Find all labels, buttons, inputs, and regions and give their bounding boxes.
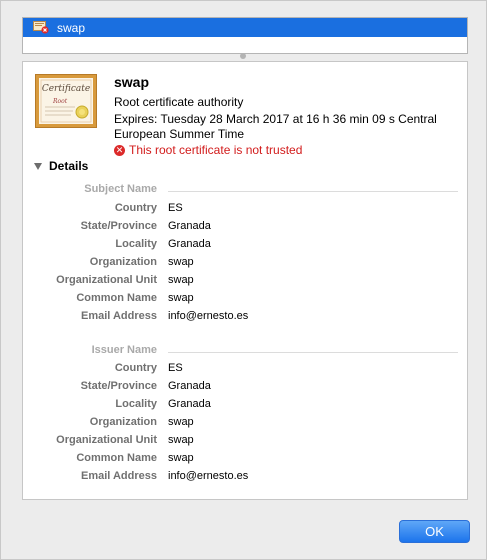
field-value: Granada (168, 380, 211, 392)
field-label: Organizational Unit (56, 274, 157, 286)
issuer-field-row: Common Name swap (23, 452, 467, 470)
issuer-name-label: Issuer Name (91, 344, 157, 356)
field-label: State/Province (80, 220, 157, 232)
field-label: State/Province (80, 380, 157, 392)
certificate-name: swap (114, 74, 150, 90)
issuer-field-row: Country ES (23, 362, 467, 380)
subject-field-row: Email Address info@ernesto.es (23, 310, 467, 328)
certificate-icon: Certificate Root (35, 74, 97, 128)
issuer-field-row: Organization swap (23, 416, 467, 434)
certificate-list-item[interactable]: swap (23, 18, 467, 37)
field-label: Email Address (80, 470, 157, 482)
subject-field-row: Country ES (23, 202, 467, 220)
field-value: swap (168, 256, 194, 268)
field-label: Common Name (76, 292, 157, 304)
subject-field-row: Locality Granada (23, 238, 467, 256)
certificate-dialog: swap Certificate Root swap Root certific… (0, 0, 487, 560)
section-divider (168, 191, 458, 192)
field-label: Organizational Unit (56, 434, 157, 446)
issuer-field-row: Email Address info@ernesto.es (23, 470, 467, 488)
field-value: Granada (168, 398, 211, 410)
field-value: swap (168, 274, 194, 286)
subject-field-row: Organization swap (23, 256, 467, 274)
error-icon: ✕ (114, 144, 125, 156)
certificate-list-item-label: swap (57, 20, 86, 35)
split-view-handle[interactable] (240, 53, 246, 59)
certificate-error-icon (33, 21, 49, 34)
certificate-detail-panel: Certificate Root swap Root certificate a… (22, 61, 468, 500)
issuer-field-row: Locality Granada (23, 398, 467, 416)
field-value: ES (168, 362, 183, 374)
subject-field-row: Common Name swap (23, 292, 467, 310)
details-disclosure[interactable]: Details (34, 159, 88, 173)
svg-text:Certificate: Certificate (42, 84, 90, 94)
trust-status-text: This root certificate is not trusted (129, 143, 303, 157)
certificate-list[interactable]: swap (22, 17, 468, 54)
field-label: Country (114, 362, 157, 374)
svg-text:Root: Root (52, 98, 68, 105)
field-value: info@ernesto.es (168, 470, 249, 482)
disclosure-triangle-icon[interactable] (34, 162, 42, 170)
issuer-field-row: State/Province Granada (23, 380, 467, 398)
field-label: Locality (115, 398, 157, 410)
certificate-expiry: Expires: Tuesday 28 March 2017 at 16 h 3… (114, 112, 437, 141)
issuer-field-row: Organizational Unit swap (23, 434, 467, 452)
trust-status: ✕ This root certificate is not trusted (114, 143, 302, 157)
field-value: Granada (168, 238, 211, 250)
subject-field-row: State/Province Granada (23, 220, 467, 238)
field-value: swap (168, 416, 194, 428)
field-label: Common Name (76, 452, 157, 464)
section-divider (168, 352, 458, 353)
field-value: swap (168, 452, 194, 464)
field-label: Locality (115, 238, 157, 250)
field-value: swap (168, 292, 194, 304)
field-label: Email Address (80, 310, 157, 322)
field-value: Granada (168, 220, 211, 232)
details-label: Details (49, 159, 89, 173)
field-label: Country (114, 202, 157, 214)
issuer-name-heading: Issuer Name (23, 344, 467, 360)
subject-name-label: Subject Name (84, 183, 157, 195)
subject-field-row: Organizational Unit swap (23, 274, 467, 292)
field-value: swap (168, 434, 194, 446)
certificate-kind: Root certificate authority (114, 95, 244, 109)
field-label: Organization (89, 416, 157, 428)
subject-name-heading: Subject Name (23, 183, 467, 199)
field-value: ES (168, 202, 183, 214)
field-label: Organization (89, 256, 157, 268)
field-value: info@ernesto.es (168, 310, 249, 322)
ok-button[interactable]: OK (399, 520, 470, 543)
